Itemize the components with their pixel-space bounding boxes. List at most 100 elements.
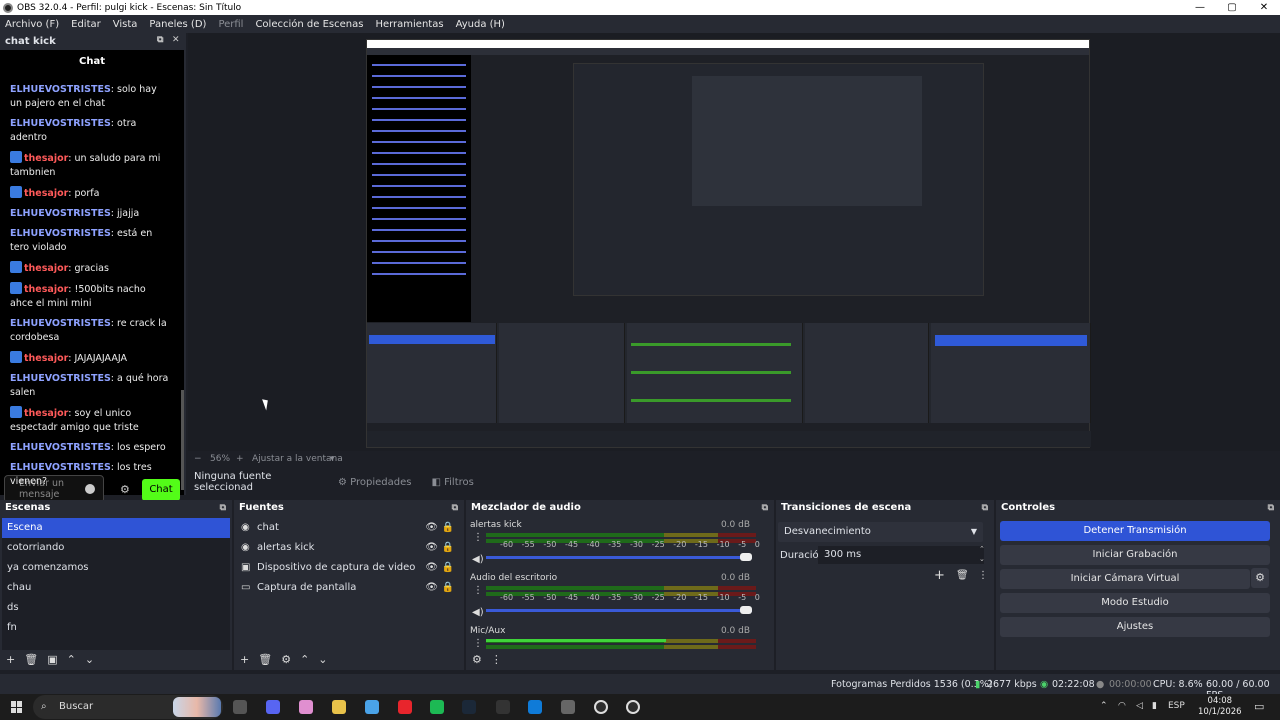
- scene-item[interactable]: ya comenzamos: [2, 558, 230, 578]
- taskbar-clock[interactable]: 04:08 10/1/2026: [1198, 696, 1242, 718]
- start-virtual-camera-button[interactable]: Iniciar Cámara Virtual: [1000, 569, 1250, 589]
- channel-menu-icon[interactable]: ⋮: [473, 585, 483, 596]
- menu-editar[interactable]: Editar: [71, 19, 101, 30]
- volume-slider[interactable]: [486, 606, 752, 614]
- lock-icon[interactable]: 🔒: [442, 578, 454, 598]
- volume-slider[interactable]: [486, 553, 752, 561]
- move-down-button[interactable]: ⌄: [85, 653, 94, 666]
- menu-vista[interactable]: Vista: [113, 19, 138, 30]
- menu-herramientas[interactable]: Herramientas: [375, 19, 443, 30]
- add-scene-button[interactable]: +: [6, 653, 15, 666]
- move-down-button[interactable]: ⌄: [318, 653, 327, 666]
- chat-username[interactable]: ELHUEVOSTRISTES: [10, 118, 111, 129]
- chat-username[interactable]: thesajor: [24, 284, 68, 295]
- chat-username[interactable]: ELHUEVOSTRISTES: [10, 442, 111, 453]
- source-item[interactable]: ▭ Captura de pantalla 👁 🔒: [236, 578, 462, 598]
- mic-icon[interactable]: ▮: [1152, 701, 1157, 711]
- edge-icon[interactable]: [528, 700, 542, 714]
- chat-username[interactable]: ELHUEVOSTRISTES: [10, 84, 111, 95]
- move-up-button[interactable]: ⌃: [300, 653, 309, 666]
- windows-start-icon[interactable]: [11, 701, 23, 713]
- properties-button[interactable]: ⚙ Propiedades: [338, 477, 411, 488]
- minimize-button[interactable]: —: [1184, 0, 1216, 15]
- source-item[interactable]: ◉ alertas kick 👁 🔒: [236, 538, 462, 558]
- copilot-icon[interactable]: [299, 700, 313, 714]
- notifications-icon[interactable]: ▭: [1254, 700, 1264, 713]
- float-icon[interactable]: ⧉: [157, 35, 163, 45]
- lock-icon[interactable]: 🔒: [442, 538, 454, 558]
- chat-username[interactable]: ELHUEVOSTRISTES: [10, 318, 111, 329]
- preview-canvas[interactable]: [366, 39, 1091, 448]
- scene-item[interactable]: ds: [2, 598, 230, 618]
- menu-archivo[interactable]: Archivo (F): [5, 19, 59, 30]
- close-dock-icon[interactable]: ✕: [172, 35, 180, 45]
- scene-item[interactable]: cotorriando: [2, 538, 230, 558]
- add-source-button[interactable]: +: [240, 653, 249, 666]
- chat-username[interactable]: thesajor: [24, 188, 68, 199]
- move-up-button[interactable]: ⌃: [67, 653, 76, 666]
- mixer-settings-icon[interactable]: ⚙: [472, 653, 482, 666]
- visibility-icon[interactable]: 👁: [425, 558, 438, 578]
- menu-ayuda[interactable]: Ayuda (H): [456, 19, 505, 30]
- spotify-icon[interactable]: [430, 700, 444, 714]
- epic-icon[interactable]: [496, 700, 510, 714]
- close-button[interactable]: ✕: [1248, 0, 1280, 15]
- opera-icon[interactable]: [398, 700, 412, 714]
- source-item[interactable]: ◉ chat 👁 🔒: [236, 518, 462, 538]
- obs-icon[interactable]: [594, 700, 608, 714]
- zoom-out-button[interactable]: −: [194, 454, 202, 464]
- stepper-icon[interactable]: ⌃ ⌄: [979, 544, 985, 564]
- scene-item[interactable]: chau: [2, 578, 230, 598]
- steam-icon[interactable]: [462, 700, 476, 714]
- visibility-icon[interactable]: 👁: [425, 538, 438, 558]
- chat-scrollbar[interactable]: [181, 390, 184, 490]
- add-transition-button[interactable]: +: [934, 568, 945, 583]
- studio-mode-button[interactable]: Modo Estudio: [1000, 593, 1270, 613]
- remove-source-button[interactable]: 🗑: [258, 653, 272, 666]
- channel-menu-icon[interactable]: ⋮: [473, 638, 483, 649]
- remove-scene-button[interactable]: 🗑: [24, 653, 38, 666]
- virtual-camera-settings-icon[interactable]: ⚙: [1251, 568, 1269, 588]
- wifi-icon[interactable]: ◠: [1118, 701, 1126, 711]
- filters-button[interactable]: ◧ Filtros: [431, 477, 473, 488]
- chat-username[interactable]: thesajor: [24, 408, 68, 419]
- float-icon[interactable]: ⧉: [220, 500, 226, 516]
- scene-item[interactable]: fn: [2, 618, 230, 638]
- menu-coleccion[interactable]: Colección de Escenas: [255, 19, 363, 30]
- task-view-icon[interactable]: [233, 700, 247, 714]
- tray-chevron-icon[interactable]: ⌃: [1100, 701, 1108, 711]
- float-icon[interactable]: ⧉: [982, 500, 988, 516]
- chat-username[interactable]: ELHUEVOSTRISTES: [10, 228, 111, 239]
- menu-paneles[interactable]: Paneles (D): [149, 19, 206, 30]
- scene-item[interactable]: Escena: [2, 518, 230, 538]
- chat-username[interactable]: thesajor: [24, 353, 68, 364]
- volume-knob[interactable]: [740, 553, 752, 561]
- chat-username[interactable]: ELHUEVOSTRISTES: [10, 462, 111, 473]
- float-icon[interactable]: ⧉: [1268, 500, 1274, 516]
- source-properties-button[interactable]: ⚙: [281, 653, 291, 666]
- transition-menu-icon[interactable]: ⋮: [978, 570, 988, 581]
- discord-icon[interactable]: [266, 700, 280, 714]
- float-icon[interactable]: ⧉: [762, 500, 768, 516]
- duration-input[interactable]: 300 ms: [818, 546, 984, 564]
- keyboard-lang[interactable]: ESP: [1168, 701, 1185, 711]
- mixer-menu-icon[interactable]: ⋮: [491, 653, 502, 666]
- channel-menu-icon[interactable]: ⋮: [473, 532, 483, 543]
- chat-username[interactable]: thesajor: [24, 263, 68, 274]
- transition-select[interactable]: Desvanecimiento ▼: [778, 522, 983, 542]
- speaker-icon[interactable]: ◀): [472, 554, 484, 565]
- remove-transition-button[interactable]: 🗑: [956, 570, 969, 581]
- lock-icon[interactable]: 🔒: [442, 558, 454, 578]
- store-icon[interactable]: [365, 700, 379, 714]
- settings-button[interactable]: Ajustes: [1000, 617, 1270, 637]
- file-explorer-icon[interactable]: [332, 700, 346, 714]
- zoom-dropdown-icon[interactable]: ▾: [330, 454, 335, 464]
- visibility-icon[interactable]: 👁: [425, 578, 438, 598]
- stop-streaming-button[interactable]: Detener Transmisión: [1000, 521, 1270, 541]
- obs-alt-icon[interactable]: [626, 700, 640, 714]
- source-item[interactable]: ▣ Dispositivo de captura de video 👁 🔒: [236, 558, 462, 578]
- taskbar-search[interactable]: ⌕ Buscar: [33, 695, 223, 719]
- speaker-icon[interactable]: ◀): [472, 607, 484, 618]
- scene-filters-button[interactable]: ▣: [47, 653, 57, 666]
- chat-username[interactable]: ELHUEVOSTRISTES: [10, 208, 111, 219]
